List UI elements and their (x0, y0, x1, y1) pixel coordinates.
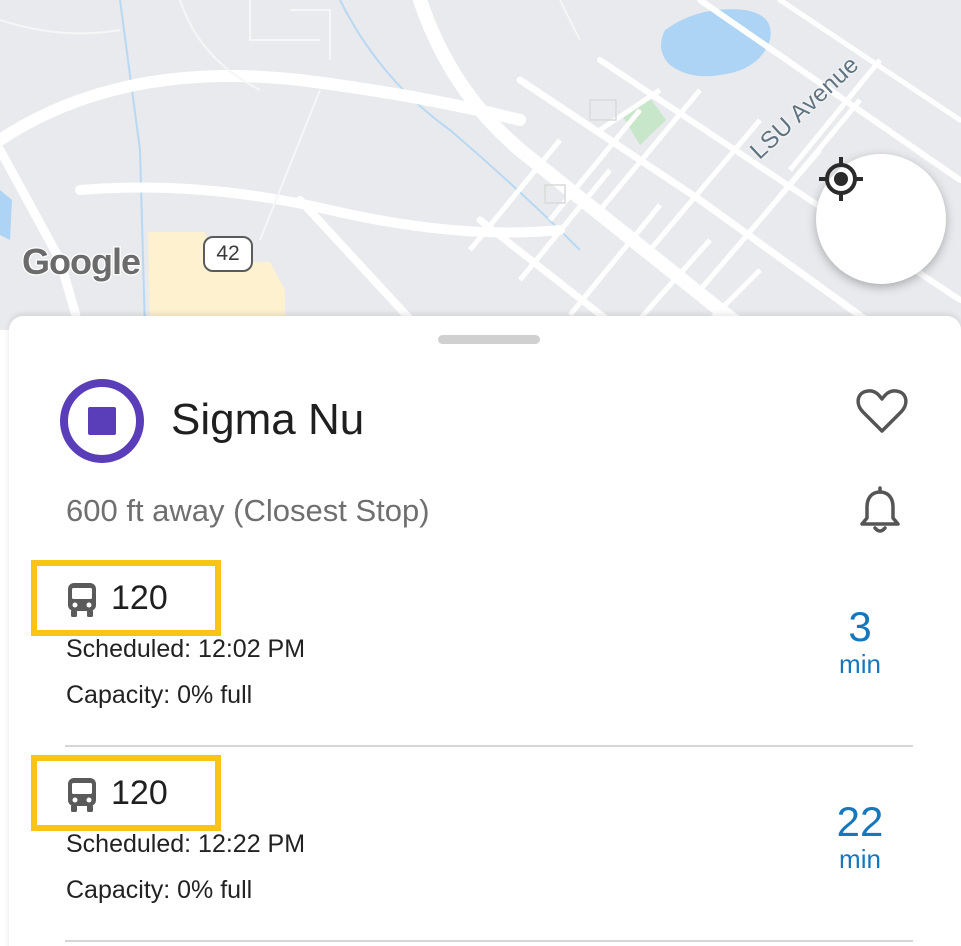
my-location-button[interactable] (816, 154, 946, 284)
scheduled-time: Scheduled: 12:22 PM (66, 830, 306, 858)
capacity: Capacity: 0% full (66, 681, 253, 709)
eta-value: 22 (836, 798, 884, 845)
eta: 3 min (805, 603, 915, 680)
bus-icon (68, 583, 96, 617)
scheduled-time: Scheduled: 12:02 PM (66, 635, 306, 663)
heart-outline-icon (856, 389, 908, 433)
favorite-button[interactable] (854, 386, 910, 436)
row-divider (65, 940, 913, 942)
row-divider (65, 745, 913, 747)
stop-name: Sigma Nu (171, 395, 365, 444)
google-logo: Google (21, 241, 143, 282)
map-view[interactable]: LSU Avenue 42 Google (0, 0, 961, 330)
route-shield: 42 (203, 236, 253, 272)
stop-distance: 600 ft away (Closest Stop) (66, 493, 430, 528)
capacity: Capacity: 0% full (66, 876, 253, 904)
bus-icon (68, 778, 96, 812)
sheet-drag-handle[interactable] (438, 335, 540, 344)
eta-unit: min (839, 844, 881, 875)
notify-button[interactable] (857, 486, 903, 536)
app-screen: LSU Avenue 42 Google Sigma Nu 600 ft awa… (0, 0, 961, 946)
eta-value: 3 (848, 603, 872, 650)
stop-marker-icon (60, 379, 144, 463)
stop-details-sheet: Sigma Nu 600 ft away (Closest Stop) 120 … (9, 316, 961, 946)
arrival-row[interactable]: 120 Scheduled: 12:22 PM Capacity: 0% ful… (9, 755, 961, 946)
route-number: 120 (111, 579, 168, 617)
bell-icon (860, 486, 900, 533)
route-number: 120 (111, 774, 168, 812)
arrival-row[interactable]: 120 Scheduled: 12:02 PM Capacity: 0% ful… (9, 560, 961, 756)
eta-unit: min (839, 649, 881, 680)
crosshair-icon (819, 157, 863, 201)
eta: 22 min (805, 798, 915, 875)
